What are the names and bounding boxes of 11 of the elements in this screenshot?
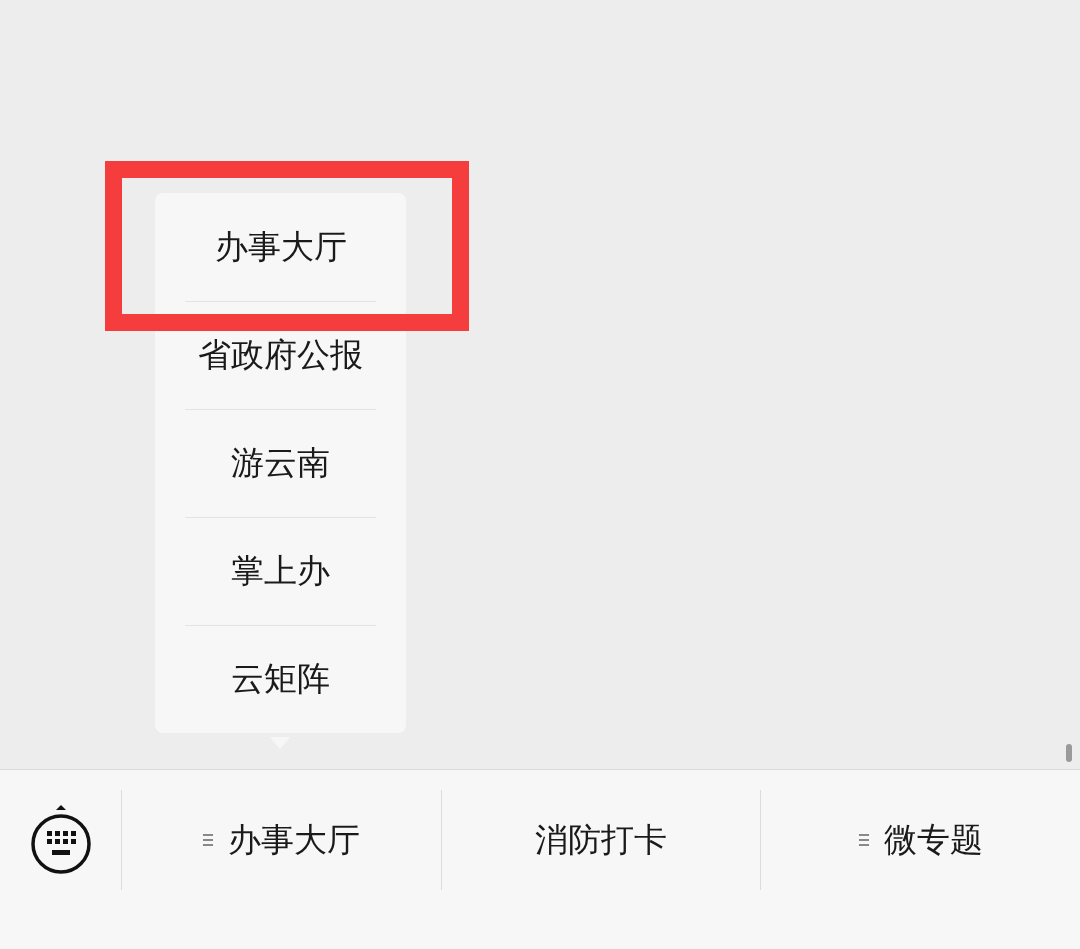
menu-tab[interactable]: 消防打卡 — [440, 790, 761, 890]
menu-tab[interactable]: 办事大厅 — [121, 790, 441, 890]
scrollbar — [1066, 744, 1072, 762]
menu-item[interactable]: 游云南 — [231, 440, 330, 486]
menu-item[interactable]: 云矩阵 — [231, 656, 330, 702]
menu-icon — [202, 833, 215, 847]
menu-item[interactable]: 掌上办 — [231, 548, 330, 594]
menu-item[interactable]: 省政府公报 — [198, 332, 363, 378]
menu-item[interactable]: 办事大厅 — [214, 224, 347, 270]
menu-tab[interactable]: 微专题 — [760, 790, 1080, 890]
menu-icon — [858, 833, 871, 847]
